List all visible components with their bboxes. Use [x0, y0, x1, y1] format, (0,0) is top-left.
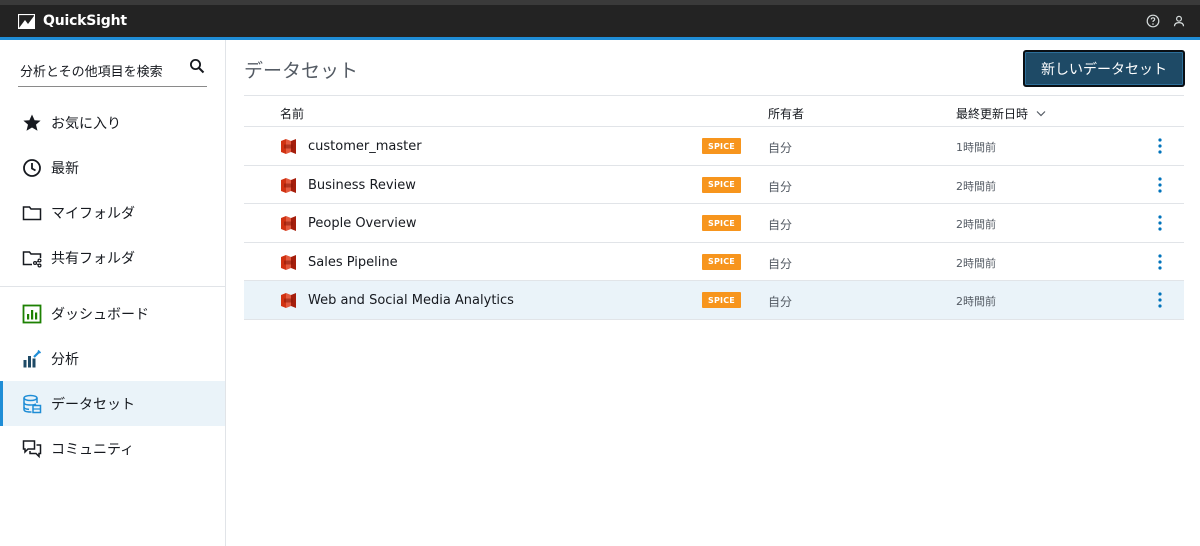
column-header-owner[interactable]: 所有者	[768, 105, 804, 122]
sidebar-item-label: 分析	[51, 351, 79, 368]
new-dataset-button[interactable]: 新しいデータセット	[1023, 50, 1185, 87]
shared-folder-icon	[22, 250, 42, 268]
dataset-owner: 自分	[768, 256, 793, 271]
sidebar-item-label: コミュニティ	[51, 441, 135, 458]
sidebar-item-datasets[interactable]: データセット	[0, 381, 225, 426]
more-actions-icon[interactable]	[1152, 176, 1168, 194]
dataset-icon	[281, 177, 296, 193]
dashboard-icon	[22, 304, 42, 323]
column-header-name[interactable]: 名前	[280, 105, 304, 122]
dataset-name[interactable]: Sales Pipeline	[308, 255, 398, 270]
dataset-icon	[281, 216, 296, 231]
more-actions-icon[interactable]	[1152, 253, 1168, 271]
dataset-last-updated: 2時間前	[956, 256, 996, 270]
table-row[interactable]: customer_master SPICE 自分 1時間前	[244, 127, 1184, 166]
table-row[interactable]: Web and Social Media Analytics SPICE 自分 …	[244, 281, 1184, 320]
sidebar-item-label: データセット	[51, 396, 135, 413]
dataset-icon	[23, 394, 42, 413]
search-icon[interactable]	[189, 58, 205, 74]
chevron-down-icon[interactable]	[1036, 110, 1046, 117]
sidebar-item-recent[interactable]: 最新	[0, 145, 225, 190]
dataset-table: 名前 所有者 最終更新日時 customer_master SPICE 自分 1…	[244, 95, 1184, 320]
community-icon	[22, 439, 42, 458]
app-name: QuickSight	[43, 13, 127, 29]
dataset-name[interactable]: customer_master	[308, 139, 422, 154]
more-actions-icon[interactable]	[1152, 291, 1168, 309]
analysis-icon	[23, 349, 42, 367]
spice-badge: SPICE	[702, 215, 741, 231]
dataset-name[interactable]: Web and Social Media Analytics	[308, 293, 514, 308]
column-header-updated-label: 最終更新日時	[956, 107, 1029, 121]
sidebar-item-favorites[interactable]: お気に入り	[0, 100, 225, 145]
search-input-value: 分析とその他項目を検索	[20, 65, 163, 80]
dataset-owner: 自分	[768, 141, 793, 155]
top-header: QuickSight	[0, 5, 1200, 37]
table-body: customer_master SPICE 自分 1時間前 Business R…	[244, 127, 1184, 320]
sidebar-item-label: マイフォルダ	[51, 205, 135, 222]
dataset-owner: 自分	[768, 218, 793, 232]
spice-badge: SPICE	[702, 138, 741, 154]
dataset-icon	[281, 139, 296, 154]
sidebar-item-analyses[interactable]: 分析	[0, 336, 225, 381]
app-logo[interactable]: QuickSight	[18, 13, 127, 29]
star-icon	[23, 114, 41, 131]
dataset-name[interactable]: People Overview	[308, 216, 417, 231]
dataset-last-updated: 2時間前	[956, 179, 996, 193]
sidebar-nav-top: お気に入り 最新 マイフォルダ 共有フォルダ	[0, 100, 225, 280]
dataset-icon	[281, 254, 296, 270]
dataset-owner: 自分	[768, 295, 793, 309]
main-content: データセット 新しいデータセット 名前 所有者 最終更新日時 customer_…	[226, 40, 1200, 546]
more-actions-icon[interactable]	[1152, 214, 1168, 232]
sidebar-divider	[0, 286, 225, 287]
sidebar-item-dashboards[interactable]: ダッシュボード	[0, 291, 225, 336]
dataset-name[interactable]: Business Review	[308, 178, 416, 193]
dataset-icon	[281, 293, 296, 308]
spice-badge: SPICE	[702, 176, 741, 193]
help-icon[interactable]	[1146, 14, 1160, 28]
dataset-last-updated: 1時間前	[956, 141, 996, 154]
sidebar-nav-bottom: ダッシュボード 分析 データセット コミュニティ	[0, 291, 225, 471]
sidebar-item-label: 最新	[51, 160, 79, 177]
folder-icon	[22, 205, 42, 220]
more-actions-icon[interactable]	[1152, 137, 1168, 155]
quicksight-logo-icon	[18, 13, 35, 29]
sidebar-item-shared-folders[interactable]: 共有フォルダ	[0, 235, 225, 280]
dataset-last-updated: 2時間前	[956, 218, 996, 231]
clock-icon	[23, 158, 41, 177]
sidebar-item-label: お気に入り	[51, 115, 121, 132]
user-icon[interactable]	[1172, 14, 1186, 28]
dataset-last-updated: 2時間前	[956, 295, 996, 308]
search-input[interactable]: 分析とその他項目を検索	[18, 55, 207, 87]
sidebar-item-my-folders[interactable]: マイフォルダ	[0, 190, 225, 235]
sidebar: 分析とその他項目を検索 お気に入り 最新 マイフォルダ 共有フォルダ ダッシュボ…	[0, 40, 226, 546]
page-title: データセット	[244, 60, 359, 82]
column-header-updated[interactable]: 最終更新日時	[956, 105, 1046, 122]
sidebar-item-community[interactable]: コミュニティ	[0, 426, 225, 471]
table-row[interactable]: Sales Pipeline SPICE 自分 2時間前	[244, 243, 1184, 281]
table-header: 名前 所有者 最終更新日時	[244, 95, 1184, 127]
spice-badge: SPICE	[702, 253, 741, 270]
sidebar-item-label: 共有フォルダ	[51, 250, 135, 267]
sidebar-item-label: ダッシュボード	[51, 306, 149, 323]
table-row[interactable]: Business Review SPICE 自分 2時間前	[244, 166, 1184, 204]
table-row[interactable]: People Overview SPICE 自分 2時間前	[244, 204, 1184, 243]
dataset-owner: 自分	[768, 179, 793, 194]
spice-badge: SPICE	[702, 292, 741, 308]
